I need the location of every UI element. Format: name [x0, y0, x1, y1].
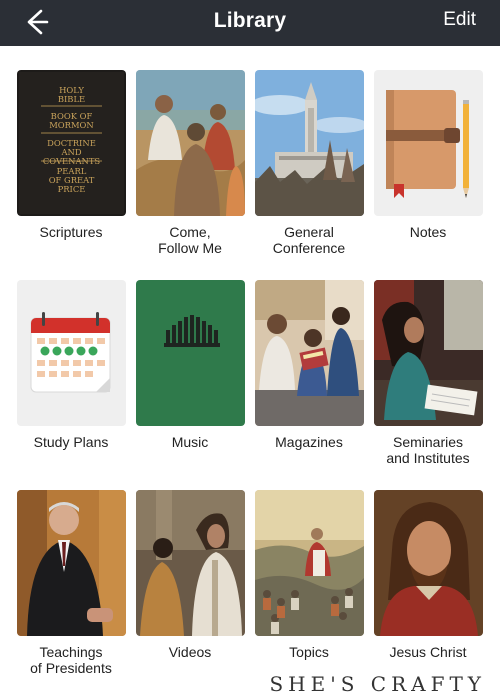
- top-bar: Library Edit: [0, 0, 500, 46]
- tile-label: Study Plans: [33, 434, 109, 450]
- tile-label: Seminaries and Institutes: [386, 434, 470, 466]
- tile-jesus-christ[interactable]: [374, 490, 483, 636]
- cover-line: MORMON: [49, 120, 94, 130]
- tile-label: General Conference: [272, 224, 346, 256]
- tile-label: Jesus Christ: [389, 644, 467, 660]
- tile-seminaries-and-institutes[interactable]: [374, 280, 483, 426]
- tile-label: Topics: [289, 644, 329, 660]
- tile-notes[interactable]: [374, 70, 483, 216]
- cover-line: BIBLE: [58, 94, 85, 104]
- calendar-icon: [30, 312, 111, 393]
- tile-come-follow-me[interactable]: [136, 70, 245, 216]
- tile-videos[interactable]: [136, 490, 245, 636]
- cover-line: PRICE: [58, 184, 86, 194]
- tile-label: Videos: [168, 644, 212, 660]
- tile-general-conference[interactable]: [255, 70, 364, 216]
- tile-label: Teachings of Presidents: [30, 644, 112, 676]
- tile-music[interactable]: [136, 280, 245, 426]
- tile-scriptures[interactable]: HOLY BIBLE BOOK OF MORMON DOCTRINE AND C…: [17, 70, 126, 216]
- page-title: Library: [213, 9, 287, 32]
- tile-study-plans[interactable]: [17, 280, 126, 426]
- notebook-icon: [386, 90, 460, 198]
- tile-label: Come, Follow Me: [158, 224, 222, 256]
- tile-magazines[interactable]: [255, 280, 364, 426]
- tile-topics[interactable]: [255, 490, 364, 636]
- tile-label: Music: [171, 434, 209, 450]
- edit-button[interactable]: Edit: [443, 9, 476, 31]
- tile-teachings-of-presidents[interactable]: [17, 490, 126, 636]
- watermark: SHE'S CRAFTY: [269, 672, 486, 696]
- cover-line: COVENANTS: [43, 156, 101, 166]
- pencil-icon: [463, 100, 469, 198]
- tile-label: Magazines: [275, 434, 343, 450]
- tile-label: Notes: [409, 224, 447, 240]
- tile-label: Scriptures: [39, 224, 103, 240]
